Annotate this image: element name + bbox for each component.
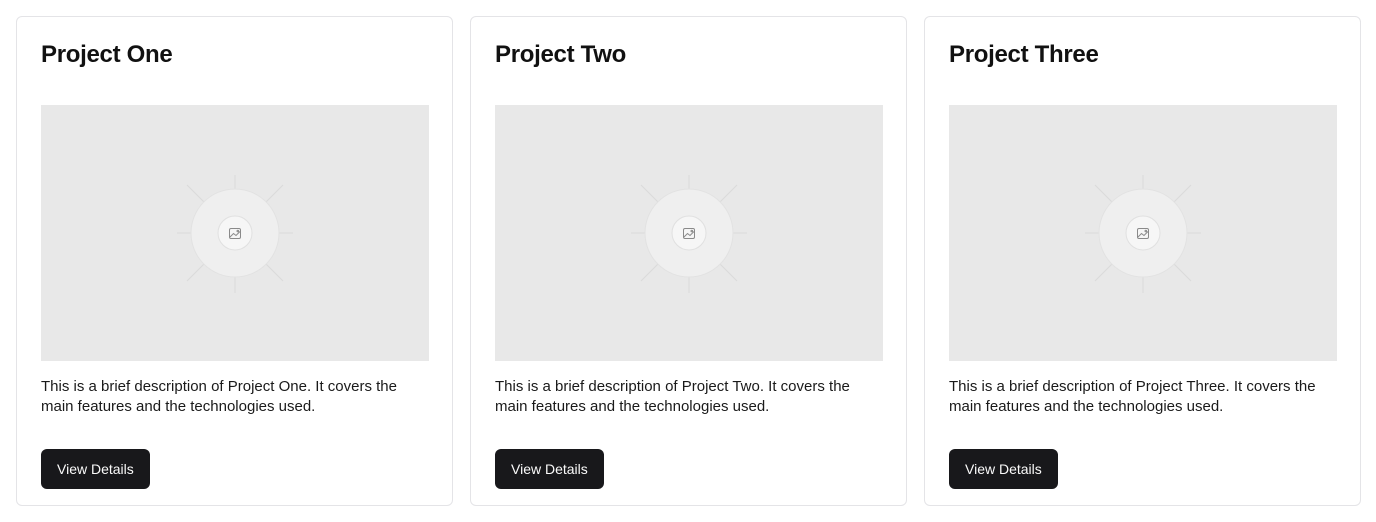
project-card: Project Three This is a brief descriptio… (924, 16, 1361, 506)
card-title: Project One (41, 41, 173, 68)
view-details-button[interactable]: View Details (949, 449, 1058, 489)
card-title: Project Two (495, 41, 626, 68)
image-placeholder (41, 105, 429, 361)
image-placeholder (495, 105, 883, 361)
view-details-button[interactable]: View Details (495, 449, 604, 489)
card-title: Project Three (949, 41, 1099, 68)
card-description: This is a brief description of Project T… (495, 378, 850, 415)
card-description: This is a brief description of Project O… (41, 378, 397, 415)
view-details-button[interactable]: View Details (41, 449, 150, 489)
projects-grid: Project One This is a brief description … (16, 16, 1361, 506)
image-placeholder (949, 105, 1337, 361)
image-placeholder-icon (1085, 175, 1201, 293)
project-card: Project One This is a brief description … (16, 16, 453, 506)
project-card: Project Two This is a brief description … (470, 16, 907, 506)
image-placeholder-icon (631, 175, 747, 293)
image-placeholder-icon (177, 175, 293, 293)
card-description: This is a brief description of Project T… (949, 378, 1316, 415)
